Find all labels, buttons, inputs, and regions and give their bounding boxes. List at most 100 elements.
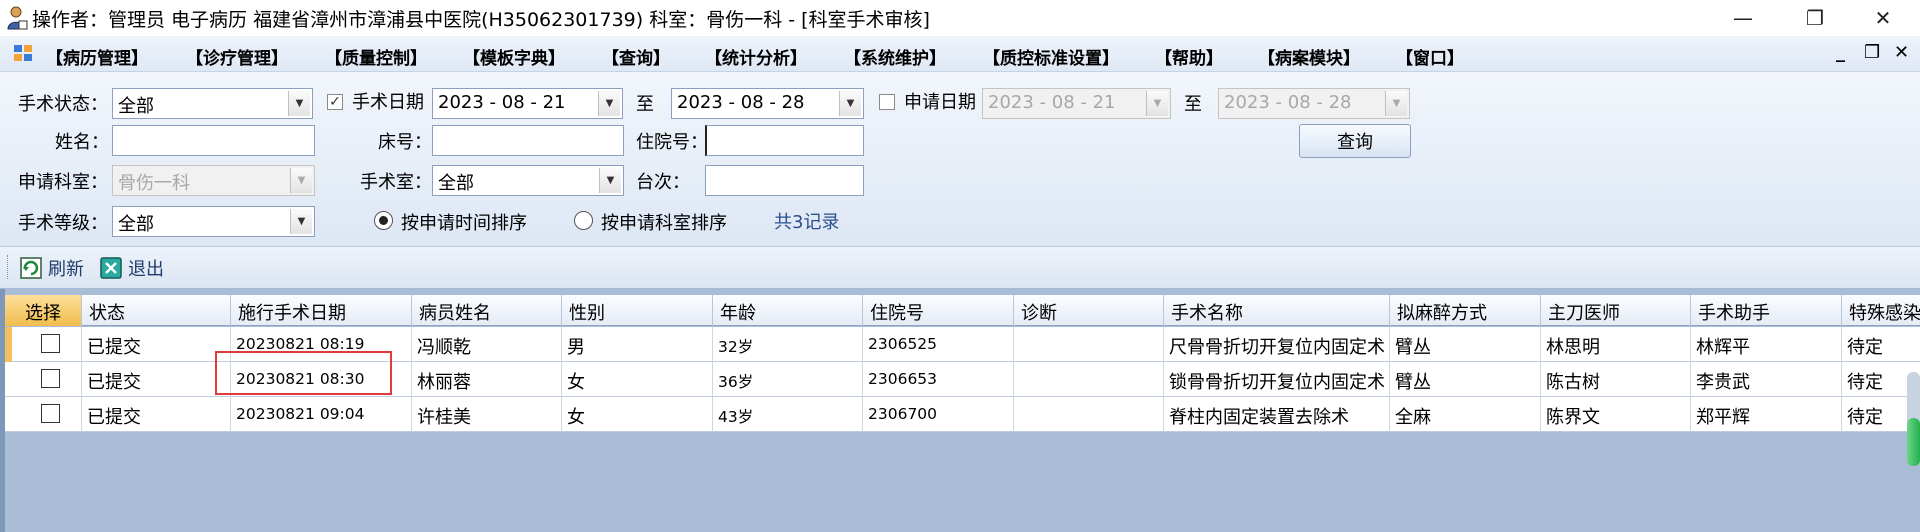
sort-by-time-label[interactable]: 按申请时间排序 (401, 209, 527, 235)
column-header-surgery-name[interactable]: 手术名称 (1164, 295, 1390, 326)
patient-name-cell: 冯顺乾 (412, 327, 562, 362)
record-count: 共3记录 (774, 212, 840, 233)
inpatient-no-cell: 2306525 (863, 327, 1014, 362)
column-header-special-infection[interactable]: 特殊感染 (1842, 295, 1920, 326)
mdi-close-button[interactable]: ✕ (1894, 42, 1909, 63)
menu-system-maintenance[interactable]: 【系统维护】 (844, 44, 946, 69)
column-header-age[interactable]: 年龄 (713, 295, 863, 326)
title-bar: 操作者：管理员 电子病历 福建省漳州市漳浦县中医院(H35062301739) … (0, 0, 1920, 36)
row-checkbox[interactable] (41, 334, 60, 353)
patient-name-cell: 许桂美 (412, 397, 562, 432)
column-header-select[interactable]: 选择 (5, 295, 82, 326)
minimize-button[interactable]: — (1712, 0, 1774, 36)
surgeon-cell: 陈界文 (1541, 397, 1691, 432)
column-header-surgery-date[interactable]: 施行手术日期 (231, 295, 412, 326)
grid-header: 选择 状态 施行手术日期 病员姓名 性别 年龄 住院号 诊断 手术名称 拟麻醉方… (5, 295, 1920, 326)
row-checkbox[interactable] (41, 404, 60, 423)
column-header-inpatient-no[interactable]: 住院号 (863, 295, 1014, 326)
menu-diagnosis[interactable]: 【诊疗管理】 (186, 44, 288, 69)
mdi-minimize-button[interactable]: _ (1836, 42, 1845, 63)
or-room-value: 全部 (438, 173, 474, 194)
surgery-status-value: 全部 (118, 96, 154, 117)
apply-dept-select: 骨伤一科 ▼ (112, 165, 315, 196)
apply-date-label: 申请日期 (904, 92, 976, 113)
toolbar: 刷新 退出 (0, 247, 1920, 289)
column-header-surgeon[interactable]: 主刀医师 (1541, 295, 1691, 326)
surgery-date-to-picker[interactable]: 2023 - 08 - 28 ▼ (671, 88, 864, 119)
close-button[interactable]: ✕ (1852, 0, 1914, 36)
sort-by-dept-label[interactable]: 按申请科室排序 (601, 209, 727, 235)
column-header-assistant[interactable]: 手术助手 (1691, 295, 1842, 326)
column-header-status[interactable]: 状态 (82, 295, 231, 326)
exit-button[interactable]: 退出 (100, 255, 164, 281)
restore-button[interactable]: ❐ (1784, 0, 1846, 36)
or-room-select[interactable]: 全部 ▼ (432, 165, 624, 196)
table-no-input[interactable] (705, 165, 864, 196)
row-checkbox[interactable] (41, 369, 60, 388)
scrollbar-thumb[interactable] (1907, 418, 1920, 466)
chevron-down-icon: ▼ (1146, 91, 1168, 116)
diagnosis-cell (1014, 327, 1164, 362)
sex-cell: 女 (562, 362, 713, 397)
surgery-status-select[interactable]: 全部 ▼ (112, 88, 313, 119)
menu-qc-standard-settings[interactable]: 【质控标准设置】 (983, 44, 1119, 69)
status-cell: 已提交 (82, 362, 231, 397)
window-menu-icon[interactable] (14, 45, 32, 61)
select-cell[interactable] (5, 362, 82, 397)
surgery-date-checkbox[interactable]: ✓ (327, 94, 343, 110)
column-header-diagnosis[interactable]: 诊断 (1014, 295, 1164, 326)
chevron-down-icon[interactable]: ▼ (598, 91, 620, 116)
surgery-date-to-value: 2023 - 08 - 28 (677, 92, 805, 113)
window-title: 操作者：管理员 电子病历 福建省漳州市漳浦县中医院(H35062301739) … (32, 9, 930, 31)
filter-panel: 手术状态： 全部 ▼ ✓ 手术日期 2023 - 08 - 21 ▼ 至 202… (0, 72, 1920, 247)
special-infection-cell: 待定 (1842, 327, 1920, 362)
sort-by-time-radio[interactable] (374, 211, 393, 230)
menu-case-module[interactable]: 【病案模块】 (1258, 44, 1360, 69)
menu-window[interactable]: 【窗口】 (1396, 44, 1464, 69)
table-row[interactable]: 已提交 20230821 09:04 许桂美 女 43岁 2306700 脊柱内… (5, 397, 1920, 432)
exit-label: 退出 (128, 259, 164, 280)
inpatient-no-input[interactable] (705, 125, 864, 156)
menu-help[interactable]: 【帮助】 (1155, 44, 1223, 69)
select-cell[interactable] (5, 397, 82, 432)
patient-name-cell: 林丽蓉 (412, 362, 562, 397)
app-person-icon (7, 6, 28, 30)
toolbar-grip[interactable] (7, 255, 10, 279)
sort-by-dept-radio[interactable] (574, 211, 593, 230)
select-cell[interactable] (5, 327, 82, 362)
chevron-down-icon[interactable]: ▼ (599, 168, 621, 193)
chevron-down-icon[interactable]: ▼ (839, 91, 861, 116)
name-input[interactable] (112, 125, 315, 156)
age-cell: 32岁 (713, 327, 863, 362)
chevron-down-icon: ▼ (290, 168, 312, 193)
menu-statistics[interactable]: 【统计分析】 (705, 44, 807, 69)
surgery-name-cell: 锁骨骨折切开复位内固定术 (1164, 362, 1390, 397)
surgery-level-select[interactable]: 全部 ▼ (112, 206, 315, 237)
diagnosis-cell (1014, 362, 1164, 397)
bed-no-input[interactable] (432, 125, 624, 156)
chevron-down-icon[interactable]: ▼ (290, 209, 312, 234)
column-header-patient-name[interactable]: 病员姓名 (412, 295, 562, 326)
apply-date-checkbox[interactable] (879, 94, 895, 110)
surgery-level-label: 手术等级： (18, 213, 108, 234)
menu-medical-records[interactable]: 【病历管理】 (46, 44, 148, 69)
surgery-date-cell: 20230821 09:04 (231, 397, 412, 432)
age-cell: 43岁 (713, 397, 863, 432)
table-no-label: 台次： (636, 172, 690, 193)
surgeon-cell: 陈古树 (1541, 362, 1691, 397)
chevron-down-icon[interactable]: ▼ (288, 91, 310, 116)
menu-template-dictionary[interactable]: 【模板字典】 (463, 44, 565, 69)
column-header-sex[interactable]: 性别 (562, 295, 713, 326)
assistant-cell: 郑平辉 (1691, 397, 1842, 432)
to-label: 至 (1184, 94, 1202, 115)
refresh-button[interactable]: 刷新 (20, 255, 84, 281)
menu-query[interactable]: 【查询】 (602, 44, 670, 69)
surgery-level-value: 全部 (118, 214, 154, 235)
surgery-date-from-picker[interactable]: 2023 - 08 - 21 ▼ (432, 88, 623, 119)
anesthesia-cell: 臂丛 (1390, 327, 1541, 362)
mdi-restore-button[interactable]: ❐ (1864, 42, 1880, 63)
menu-quality-control[interactable]: 【质量控制】 (325, 44, 427, 69)
query-button[interactable]: 查询 (1299, 124, 1411, 158)
column-header-anesthesia[interactable]: 拟麻醉方式 (1390, 295, 1541, 326)
apply-date-from-picker: 2023 - 08 - 21 ▼ (982, 88, 1171, 119)
